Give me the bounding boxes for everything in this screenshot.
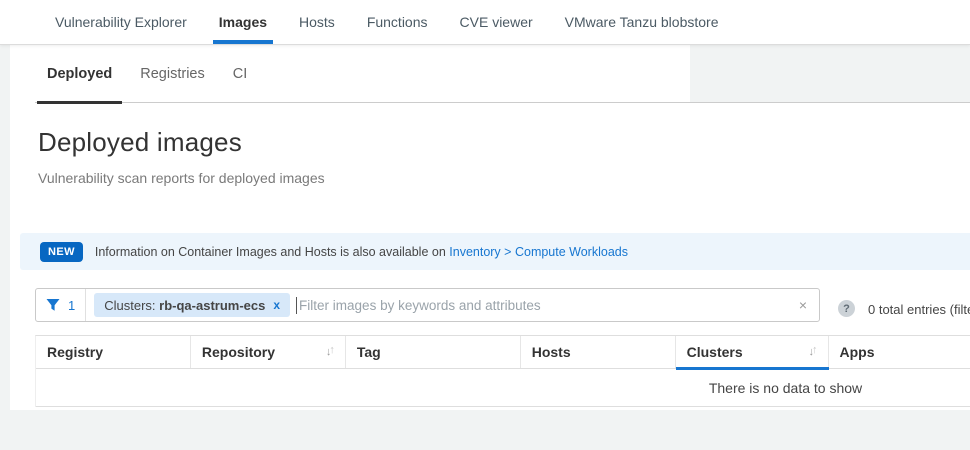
entries-summary: 0 total entries (filtered) — [868, 302, 970, 317]
new-badge: NEW — [40, 242, 83, 262]
filter-chip-clusters[interactable]: Clusters: rb-qa-astrum-ecs x — [94, 293, 290, 317]
nav-tab-functions[interactable]: Functions — [361, 0, 434, 44]
compute-workloads-link[interactable]: Compute Workloads — [515, 245, 628, 259]
nav-tab-vmware-tanzu-blobstore[interactable]: VMware Tanzu blobstore — [559, 0, 725, 44]
filter-search-input[interactable]: Filter images by keywords and attributes — [290, 297, 787, 314]
nav-tab-cve-viewer[interactable]: CVE viewer — [454, 0, 539, 44]
chip-remove-icon[interactable]: x — [273, 298, 280, 312]
column-label: Tag — [357, 344, 381, 360]
page-title: Deployed images — [38, 126, 242, 158]
filter-bar: 1 Clusters: rb-qa-astrum-ecs x Filter im… — [35, 288, 820, 322]
column-header-repository[interactable]: Repository ↓↑ — [191, 336, 346, 368]
column-label: Apps — [840, 344, 875, 360]
banner-text: Information on Container Images and Host… — [95, 245, 628, 259]
table-empty-row: There is no data to show — [36, 369, 970, 407]
table-header-row: Registry Repository ↓↑ Tag Hosts Cluster… — [36, 336, 970, 369]
sort-icon[interactable]: ↓↑ — [326, 346, 339, 358]
column-header-apps[interactable]: Apps — [829, 336, 970, 368]
column-header-clusters[interactable]: Clusters ↓↑ — [676, 336, 829, 368]
no-data-message: There is no data to show — [709, 380, 862, 396]
column-label: Repository — [202, 344, 275, 360]
clear-filter-icon[interactable]: × — [787, 297, 819, 313]
text-caret — [296, 297, 297, 314]
chip-value: rb-qa-astrum-ecs — [159, 298, 265, 313]
subtab-registries[interactable]: Registries — [130, 45, 214, 103]
filter-funnel-icon — [46, 298, 60, 312]
nav-tab-hosts[interactable]: Hosts — [293, 0, 341, 44]
help-icon[interactable]: ? — [838, 300, 855, 317]
column-header-tag[interactable]: Tag — [346, 336, 521, 368]
breadcrumb-separator: > — [504, 245, 511, 259]
filter-toggle[interactable]: 1 — [36, 289, 86, 321]
column-label: Registry — [47, 344, 103, 360]
column-label: Clusters — [687, 344, 743, 360]
nav-tab-images[interactable]: Images — [213, 0, 273, 44]
page-subtitle: Vulnerability scan reports for deployed … — [38, 170, 325, 186]
filter-placeholder: Filter images by keywords and attributes — [299, 298, 541, 313]
top-nav: Vulnerability Explorer Images Hosts Func… — [0, 0, 970, 45]
column-label: Hosts — [532, 344, 571, 360]
inventory-link[interactable]: Inventory — [449, 245, 500, 259]
nav-tab-vulnerability-explorer[interactable]: Vulnerability Explorer — [49, 0, 193, 44]
column-header-registry[interactable]: Registry — [36, 336, 191, 368]
sort-icon[interactable]: ↓↑ — [809, 346, 822, 358]
info-banner: NEW Information on Container Images and … — [20, 233, 970, 270]
filter-count: 1 — [68, 298, 75, 313]
banner-message: Information on Container Images and Host… — [95, 245, 446, 259]
deployed-images-page: Vulnerability Explorer Images Hosts Func… — [0, 0, 970, 450]
chip-label: Clusters: rb-qa-astrum-ecs — [104, 298, 265, 313]
subtab-bar: Deployed Registries CI — [37, 45, 257, 103]
images-table: Registry Repository ↓↑ Tag Hosts Cluster… — [35, 335, 970, 407]
subtab-deployed[interactable]: Deployed — [37, 45, 122, 103]
subtab-ci[interactable]: CI — [223, 45, 258, 103]
column-header-hosts[interactable]: Hosts — [521, 336, 676, 368]
